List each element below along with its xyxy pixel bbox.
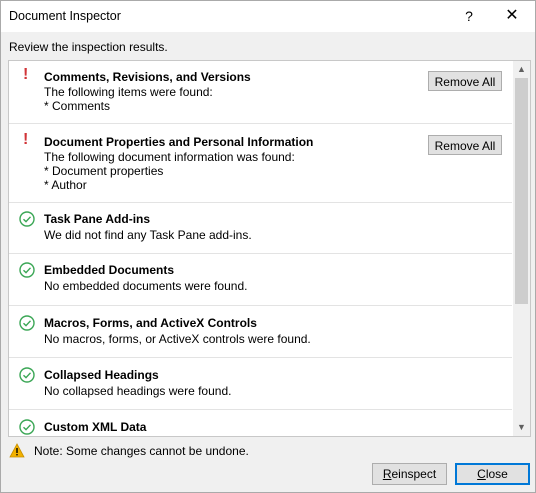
- result-detail: * Comments: [44, 99, 111, 113]
- result-custom-xml-data: Custom XML Data: [9, 409, 512, 436]
- scrollbar-thumb[interactable]: [515, 78, 528, 304]
- result-detail: The following document information was f…: [44, 150, 295, 164]
- remove-all-properties-button[interactable]: Remove All: [428, 135, 502, 155]
- instructions-text: Review the inspection results.: [9, 40, 168, 54]
- result-detail: No macros, forms, or ActiveX controls we…: [44, 332, 311, 346]
- result-document-properties: ! Document Properties and Personal Infor…: [9, 123, 512, 203]
- result-detail: The following items were found:: [44, 85, 213, 99]
- result-detail: No embedded documents were found.: [44, 279, 248, 293]
- help-button[interactable]: ?: [446, 1, 492, 32]
- undo-warning-note: Note: Some changes cannot be undone.: [34, 444, 249, 458]
- result-task-pane-addins: Task Pane Add-ins We did not find any Ta…: [9, 202, 512, 254]
- check-circle-icon: [19, 262, 35, 281]
- result-title: Custom XML Data: [44, 420, 147, 434]
- scroll-up-arrow-icon[interactable]: ▲: [513, 61, 530, 78]
- result-title: Document Properties and Personal Informa…: [44, 135, 314, 149]
- result-comments-revisions: ! Comments, Revisions, and Versions The …: [9, 61, 512, 124]
- reinspect-button[interactable]: Reinspect: [372, 463, 447, 485]
- result-title: Macros, Forms, and ActiveX Controls: [44, 316, 257, 330]
- check-circle-icon: [19, 315, 35, 334]
- check-circle-icon: [19, 419, 35, 436]
- scroll-down-arrow-icon[interactable]: ▼: [513, 419, 530, 436]
- result-macros-forms-activex: Macros, Forms, and ActiveX Controls No m…: [9, 305, 512, 358]
- result-detail: * Document properties: [44, 164, 164, 178]
- result-detail: We did not find any Task Pane add-ins.: [44, 228, 252, 242]
- result-detail: No collapsed headings were found.: [44, 384, 232, 398]
- result-embedded-documents: Embedded Documents No embedded documents…: [9, 253, 512, 306]
- warning-icon: !: [23, 131, 29, 148]
- result-title: Task Pane Add-ins: [44, 212, 151, 226]
- warning-triangle-icon: [9, 443, 25, 461]
- document-inspector-dialog: Document Inspector ? ✕ Review the inspec…: [0, 0, 536, 493]
- result-title: Comments, Revisions, and Versions: [44, 70, 251, 84]
- window-title: Document Inspector: [9, 9, 121, 23]
- vertical-scrollbar[interactable]: ▲ ▼: [513, 61, 530, 436]
- remove-all-comments-button[interactable]: Remove All: [428, 71, 502, 91]
- check-circle-icon: [19, 211, 35, 230]
- warning-icon: !: [23, 66, 29, 83]
- result-title: Embedded Documents: [44, 263, 175, 277]
- title-bar: Document Inspector ? ✕: [1, 1, 535, 32]
- close-button[interactable]: Close: [455, 463, 530, 485]
- result-title: Collapsed Headings: [44, 368, 159, 382]
- check-circle-icon: [19, 367, 35, 386]
- result-collapsed-headings: Collapsed Headings No collapsed headings…: [9, 357, 512, 410]
- close-window-button[interactable]: ✕: [489, 1, 535, 32]
- result-detail: * Author: [44, 178, 87, 192]
- inspection-results-list[interactable]: ! Comments, Revisions, and Versions The …: [8, 60, 531, 437]
